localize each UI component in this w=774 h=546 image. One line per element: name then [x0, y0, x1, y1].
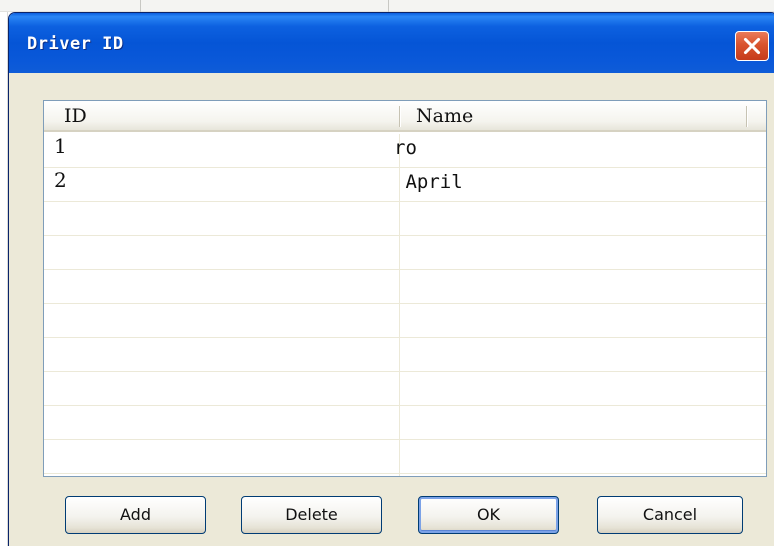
- empty-row: [44, 440, 766, 474]
- row-name-cell: April: [394, 171, 463, 193]
- driver-list[interactable]: ID Name 1 ro 2 April: [43, 100, 767, 477]
- table-row[interactable]: 1 ro: [44, 134, 766, 168]
- dialog-body: ID Name 1 ro 2 April Add Delete OK Cance…: [9, 73, 774, 546]
- list-header: ID Name: [44, 101, 766, 132]
- driver-id-dialog: Driver ID ID Name 1 ro 2 April Add Delet…: [8, 12, 774, 546]
- background-divider: [140, 0, 141, 12]
- row-name-cell: ro: [394, 137, 417, 159]
- ok-button[interactable]: OK: [418, 496, 559, 534]
- empty-row: [44, 338, 766, 372]
- table-row[interactable]: 2 April: [44, 168, 766, 202]
- column-separator[interactable]: [399, 106, 400, 127]
- close-button[interactable]: [735, 31, 769, 61]
- empty-row: [44, 406, 766, 440]
- row-id-cell: 1: [54, 134, 67, 158]
- background-toolbar-strip: [0, 0, 774, 12]
- empty-row: [44, 236, 766, 270]
- title-bar[interactable]: Driver ID: [9, 13, 774, 73]
- add-button[interactable]: Add: [65, 496, 206, 534]
- empty-row: [44, 304, 766, 338]
- background-left-edge: [0, 12, 8, 546]
- empty-row: [44, 270, 766, 304]
- column-separator[interactable]: [746, 106, 747, 127]
- column-header-name[interactable]: Name: [416, 101, 473, 130]
- background-divider: [388, 0, 389, 12]
- delete-button[interactable]: Delete: [241, 496, 382, 534]
- dialog-title: Driver ID: [27, 34, 124, 54]
- row-id-cell: 2: [54, 168, 67, 192]
- cancel-button[interactable]: Cancel: [597, 496, 743, 534]
- column-header-id[interactable]: ID: [64, 101, 87, 130]
- empty-row: [44, 202, 766, 236]
- empty-row: [44, 372, 766, 406]
- close-icon: [743, 37, 761, 55]
